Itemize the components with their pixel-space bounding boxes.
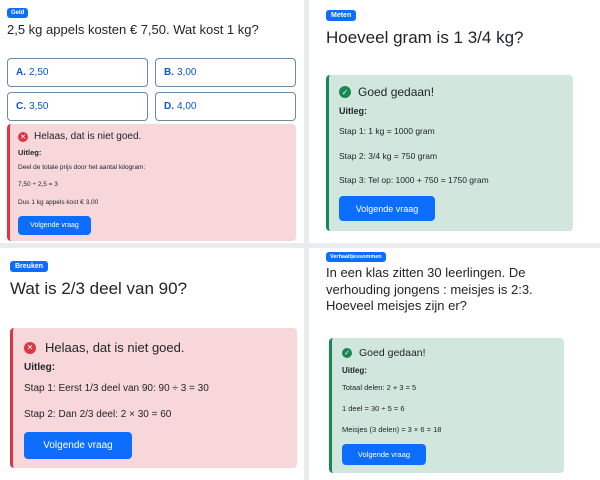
explanation-line: Stap 2: Dan 2/3 deel: 2 × 30 = 60 (24, 409, 172, 420)
option-value: 3,00 (177, 67, 197, 78)
option-letter: C. (16, 101, 26, 112)
option-letter: A. (16, 67, 26, 78)
option-value: 4,00 (177, 101, 197, 112)
next-question-button[interactable]: Volgende vraag (18, 216, 91, 235)
explanation-label: Uitleg: (24, 362, 56, 373)
question-text: Wat is 2/3 deel van 90? (10, 279, 188, 298)
question-text: Hoeveel gram is 1 3/4 kg? (326, 28, 524, 47)
option-letter: D. (164, 101, 174, 112)
explanation-line: Stap 1: 1 kg = 1000 gram (339, 126, 435, 136)
feedback-title: Goed gedaan! (359, 347, 426, 359)
next-question-button[interactable]: Volgende vraag (339, 196, 435, 221)
option-letter: B. (164, 67, 174, 78)
feedback-header: ✓ Goed gedaan! (342, 347, 426, 359)
feedback-title: Helaas, dat is niet goed. (34, 131, 142, 142)
category-badge: Verhaaltjessommen (326, 252, 386, 262)
feedback-title: Goed gedaan! (358, 85, 435, 99)
next-question-button[interactable]: Volgende vraag (24, 432, 132, 459)
next-question-button[interactable]: Volgende vraag (342, 444, 426, 465)
question-text: In een klas zitten 30 leerlingen. De ver… (326, 265, 533, 315)
explanation-label: Uitleg: (339, 106, 367, 116)
explanation-line: Stap 2: 3/4 kg = 750 gram (339, 151, 438, 161)
feedback-alert: ✓ Goed gedaan! Uitleg: Stap 1: 1 kg = 10… (326, 75, 573, 231)
explanation-line: Deel de totale prijs door het aantal kil… (18, 164, 146, 171)
check-circle-icon: ✓ (339, 86, 351, 98)
option-c-button[interactable]: C. 3,50 (7, 92, 148, 121)
quiz-panel-geld: Geld 2,5 kg appels kosten € 7,50. Wat ko… (0, 0, 304, 243)
category-badge: Meten (326, 10, 357, 21)
quiz-panel-verhaaltjessommen: Verhaaltjessommen In een klas zitten 30 … (309, 248, 600, 480)
feedback-title: Helaas, dat is niet goed. (45, 340, 185, 355)
explanation-label: Uitleg: (342, 366, 367, 375)
question-line: In een klas zitten 30 leerlingen. De (326, 265, 526, 280)
explanation-line: Dus 1 kg appels kost € 3,00 (18, 199, 99, 206)
quiz-panel-meten: Meten Hoeveel gram is 1 3/4 kg? ✓ Goed g… (309, 0, 600, 243)
question-line: verhouding jongens : meisjes is 2:3. (326, 281, 533, 297)
option-value: 3,50 (29, 101, 49, 112)
option-d-button[interactable]: D. 4,00 (155, 92, 296, 121)
feedback-header: ✓ Goed gedaan! (339, 85, 434, 99)
question-text: 2,5 kg appels kosten € 7,50. Wat kost 1 … (7, 22, 259, 37)
question-line: Hoeveel meisjes zijn er? (326, 298, 467, 313)
explanation-line: 1 deel = 30 ÷ 5 = 6 (342, 404, 405, 413)
feedback-header: ✕ Helaas, dat is niet goed. (18, 131, 141, 142)
option-b-button[interactable]: B. 3,00 (155, 58, 296, 87)
explanation-line: 7,50 ÷ 2,5 = 3 (18, 181, 58, 188)
feedback-header: ✕ Helaas, dat is niet goed. (24, 340, 184, 355)
explanation-label: Uitleg: (18, 148, 42, 157)
category-badge: Geld (7, 8, 29, 18)
x-circle-icon: ✕ (18, 131, 28, 142)
explanation-line: Meisjes (3 delen) = 3 × 6 = 18 (342, 425, 442, 434)
feedback-alert: ✕ Helaas, dat is niet goed. Uitleg: Stap… (10, 328, 297, 468)
check-circle-icon: ✓ (342, 348, 352, 358)
explanation-line: Stap 1: Eerst 1/3 deel van 90: 90 ÷ 3 = … (24, 383, 209, 394)
feedback-alert: ✕ Helaas, dat is niet goed. Uitleg: Deel… (7, 124, 296, 241)
explanation-line: Totaal delen: 2 + 3 = 5 (342, 383, 417, 392)
option-value: 2,50 (29, 67, 49, 78)
option-a-button[interactable]: A. 2,50 (7, 58, 148, 87)
explanation-line: Stap 3: Tel op: 1000 + 750 = 1750 gram (339, 175, 489, 185)
category-badge: Breuken (10, 261, 49, 272)
quiz-panel-breuken: Breuken Wat is 2/3 deel van 90? ✕ Helaas… (0, 248, 304, 480)
x-circle-icon: ✕ (24, 341, 36, 354)
feedback-alert: ✓ Goed gedaan! Uitleg: Totaal delen: 2 +… (329, 338, 564, 473)
